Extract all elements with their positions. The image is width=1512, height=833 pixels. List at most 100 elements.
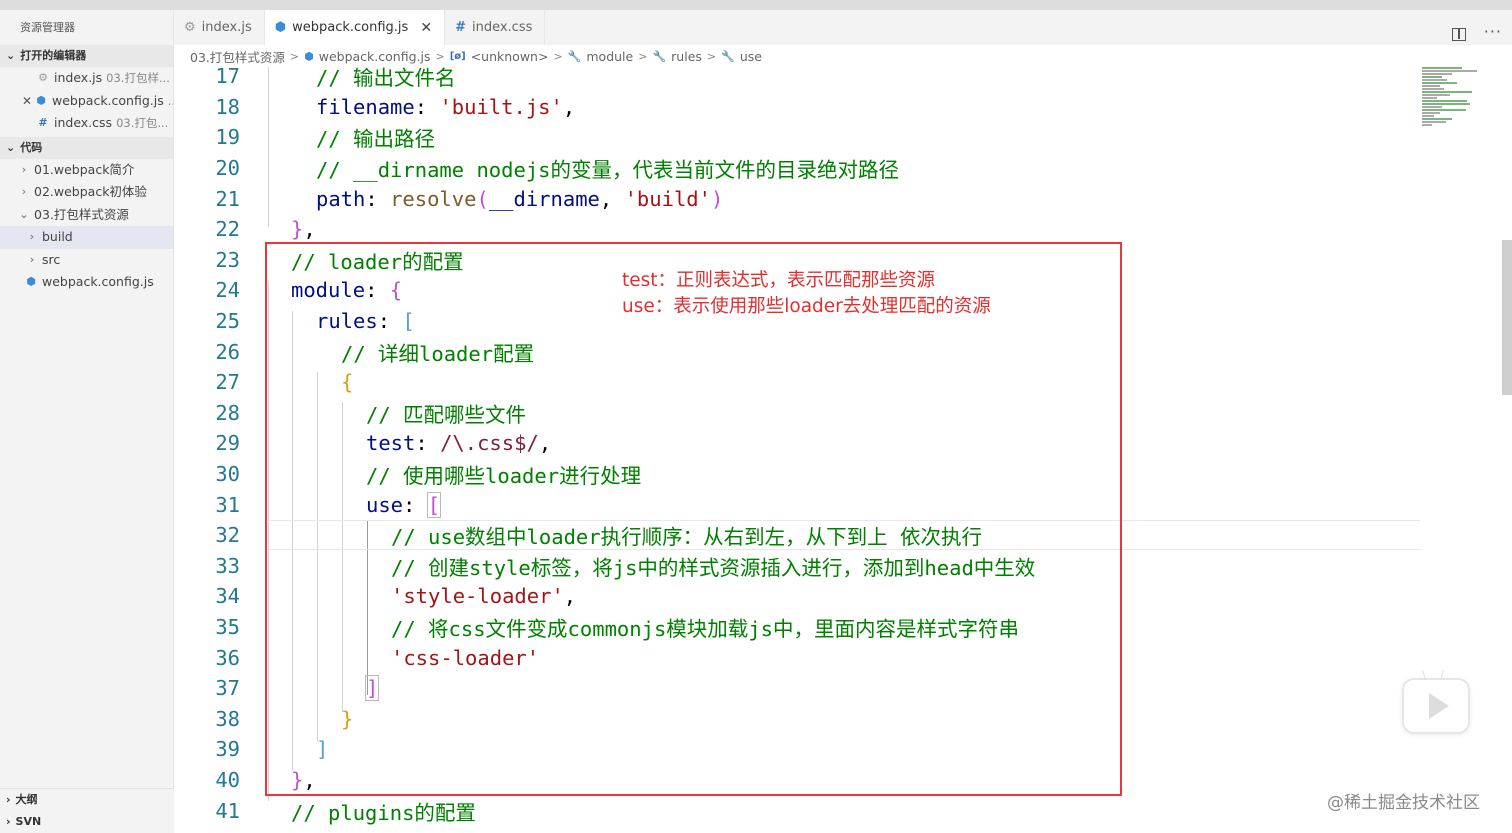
tv-antenna-icon: \/ <box>1422 668 1459 682</box>
tab-label: index.css <box>471 20 533 35</box>
line-number: 31 <box>215 492 240 517</box>
vertical-scrollbar-thumb[interactable] <box>1502 240 1512 395</box>
open-editor-name: index.css <box>54 115 113 130</box>
line-number: 19 <box>215 125 240 150</box>
tree-item-file[interactable]: ⬢ webpack.config.js <box>0 271 173 294</box>
line-number: 38 <box>215 706 240 731</box>
code-function: resolve <box>390 186 477 211</box>
chevron-down-icon: ⌄ <box>6 49 16 62</box>
svn-label: SVN <box>15 815 42 828</box>
line-number: 35 <box>215 615 240 640</box>
code-comment: // plugins的配置 <box>291 800 476 825</box>
line-number: 39 <box>215 737 240 762</box>
tree-item-folder[interactable]: ⌄ 03.打包样式资源 <box>0 204 173 227</box>
tree-item-folder[interactable]: › 01.webpack简介 <box>0 159 173 182</box>
chevron-right-icon: › <box>21 162 27 176</box>
window-top-strip <box>0 0 1512 10</box>
line-number: 22 <box>215 217 240 242</box>
more-actions-icon[interactable]: ··· <box>1484 22 1502 41</box>
js-file-icon: ⚙ <box>184 20 196 35</box>
css-file-icon: # <box>38 116 48 129</box>
line-number: 17 <box>215 67 240 89</box>
play-icon <box>1428 693 1449 719</box>
line-number: 41 <box>215 798 240 823</box>
webpack-file-icon: ⬢ <box>26 275 36 288</box>
js-file-icon: ⚙ <box>38 71 48 84</box>
open-editor-item[interactable]: ✕ ⬢ webpack.config.js ... <box>0 90 173 113</box>
breadcrumb-use[interactable]: use <box>740 49 762 64</box>
code-line: 17 // 输出文件名 <box>174 67 1424 92</box>
line-number: 25 <box>215 309 240 334</box>
bottom-sections: › 大纲 › SVN <box>0 788 174 833</box>
line-number: 37 <box>215 676 240 701</box>
line-number: 24 <box>215 278 240 303</box>
breadcrumb-file[interactable]: webpack.config.js <box>319 49 431 64</box>
svn-header[interactable]: › SVN <box>0 811 174 833</box>
split-editor-icon[interactable] <box>1452 28 1466 41</box>
wrench-icon: 🔧 <box>567 49 582 63</box>
open-editors-header[interactable]: ⌄ 打开的编辑器 <box>0 45 173 67</box>
watermark: @稀土掘金技术社区 <box>1327 793 1480 813</box>
breadcrumb-rules[interactable]: rules <box>671 49 702 64</box>
code-line: 22 }, <box>174 214 1424 245</box>
tree-item-folder[interactable]: › build <box>0 226 173 249</box>
outline-header[interactable]: › 大纲 <box>0 789 174 811</box>
chevron-down-icon: ⌄ <box>6 140 16 154</box>
code-property: path <box>316 186 366 211</box>
open-editor-item[interactable]: ⚙ index.js 03.打包样... <box>0 67 173 90</box>
open-editor-path: 03.打包... <box>116 116 169 130</box>
code-variable: __dirname <box>488 186 600 211</box>
annotation-highlight-box <box>265 242 1122 796</box>
tab-index-css[interactable]: # index.css <box>445 10 546 45</box>
webpack-file-icon: ⬢ <box>274 20 287 35</box>
explorer-title: 资源管理器 <box>20 21 75 34</box>
code-property: filename <box>316 94 415 119</box>
annotation-line: use：表示使用那些loader去处理匹配的资源 <box>622 296 991 317</box>
webpack-file-icon: ⬢ <box>36 93 46 107</box>
line-number: 36 <box>215 645 240 670</box>
chevron-right-icon: › <box>29 252 35 266</box>
chevron-right-icon: > <box>289 49 300 63</box>
code-string: 'build' <box>624 186 711 211</box>
close-icon[interactable]: ✕ <box>420 20 432 36</box>
code-string: 'built.js' <box>439 94 563 119</box>
chevron-right-icon: › <box>29 230 35 243</box>
code-comment: // 输出文件名 <box>316 67 456 91</box>
minimap[interactable] <box>1422 67 1492 147</box>
play-video-button[interactable]: \/ <box>1402 668 1470 734</box>
line-number: 27 <box>215 370 240 395</box>
annotation-line: test：正则表达式，表示匹配那些资源 <box>622 270 936 291</box>
open-editor-item[interactable]: # index.css 03.打包... <box>0 112 173 135</box>
line-number: 20 <box>215 156 240 181</box>
line-number: 21 <box>215 186 240 211</box>
tree-item-label: webpack.config.js <box>42 274 154 289</box>
code-line: 18 filename: 'built.js', <box>174 92 1424 123</box>
webpack-file-icon: ⬢ <box>304 49 314 63</box>
tab-index-js[interactable]: ⚙ index.js <box>174 10 265 45</box>
tree-item-folder[interactable]: › src <box>0 249 173 272</box>
close-icon[interactable]: ✕ <box>20 90 34 113</box>
code-line: 19 // 输出路径 <box>174 122 1424 153</box>
line-number: 40 <box>215 768 240 793</box>
breadcrumb-folder[interactable]: 03.打包样式资源 <box>190 47 285 66</box>
line-number: 33 <box>215 553 240 578</box>
wrench-icon: 🔧 <box>721 49 735 63</box>
code-line: 21 path: resolve(__dirname, 'build') <box>174 183 1424 214</box>
code-line: 41 // plugins的配置 <box>174 795 1424 826</box>
tree-item-label: 03.打包样式资源 <box>34 206 129 222</box>
annotation-text: test：正则表达式，表示匹配那些资源 use：表示使用那些loader去处理匹… <box>622 268 991 320</box>
tab-webpack-config[interactable]: ⬢ webpack.config.js ✕ <box>264 10 446 45</box>
open-editors-label: 打开的编辑器 <box>20 49 87 62</box>
open-editor-name: webpack.config.js <box>52 92 164 108</box>
open-editor-name: index.js <box>54 70 103 85</box>
open-editor-path: ... <box>167 93 173 108</box>
variable-icon: [ø] <box>449 50 466 62</box>
tab-label: index.js <box>201 20 252 35</box>
line-number: 30 <box>215 462 240 487</box>
chevron-right-icon: > <box>638 49 648 63</box>
breadcrumb-module[interactable]: module <box>586 49 633 64</box>
tree-item-folder[interactable]: › 02.webpack初体验 <box>0 181 173 204</box>
tree-item-label: 01.webpack简介 <box>34 161 135 177</box>
breadcrumb-unknown[interactable]: <unknown> <box>471 49 549 64</box>
folder-header[interactable]: ⌄ 代码 <box>0 136 173 159</box>
